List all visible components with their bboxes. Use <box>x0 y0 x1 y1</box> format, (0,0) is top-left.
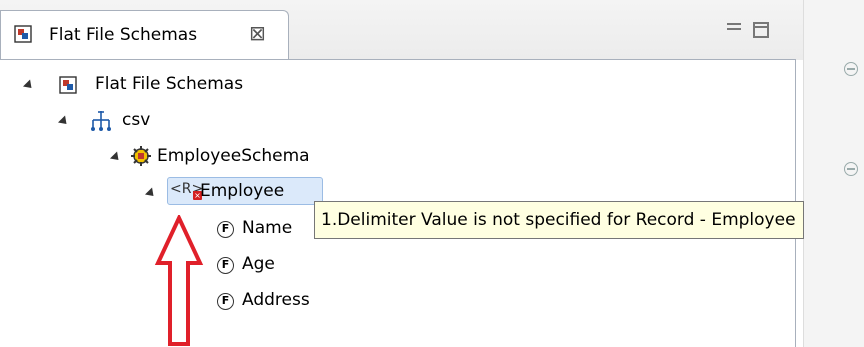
tree-node-label: Employee <box>200 181 285 201</box>
tree-node-label: csv <box>122 110 151 130</box>
collapse-icon[interactable] <box>844 162 858 176</box>
flat-file-schemas-view: Flat File Schemas ⊠ Flat File Schemas cs… <box>0 0 803 347</box>
tree-node-label: Flat File Schemas <box>95 74 244 94</box>
error-tooltip: 1.Delimiter Value is not specified for R… <box>314 201 804 239</box>
close-icon[interactable]: ⊠ <box>249 21 266 45</box>
minimize-icon[interactable] <box>726 23 742 33</box>
collapse-icon[interactable] <box>844 62 858 76</box>
expand-chevron-icon[interactable] <box>109 151 123 164</box>
tree-node-label: Address <box>242 290 310 310</box>
tab-flat-file-schemas[interactable]: Flat File Schemas ⊠ <box>0 10 289 60</box>
tree-node-label: Name <box>242 218 293 238</box>
red-up-arrow-icon <box>154 215 204 346</box>
tab-bar: Flat File Schemas ⊠ <box>0 0 803 60</box>
expand-chevron-icon[interactable] <box>57 115 71 128</box>
maximize-icon[interactable] <box>753 22 769 38</box>
schema-file-icon <box>14 25 32 43</box>
hierarchy-icon <box>91 111 111 131</box>
field-icon: F <box>217 221 234 238</box>
tree-node-label: Age <box>242 254 275 274</box>
field-icon: F <box>217 293 234 310</box>
schema-gear-icon <box>131 146 151 166</box>
tree-node-label: EmployeeSchema <box>157 146 310 166</box>
expand-chevron-icon[interactable] <box>144 187 158 200</box>
schema-file-icon <box>59 76 77 94</box>
right-panel <box>803 0 864 347</box>
field-icon: F <box>217 257 234 274</box>
tab-title: Flat File Schemas <box>49 25 198 45</box>
expand-chevron-icon[interactable] <box>22 79 36 92</box>
